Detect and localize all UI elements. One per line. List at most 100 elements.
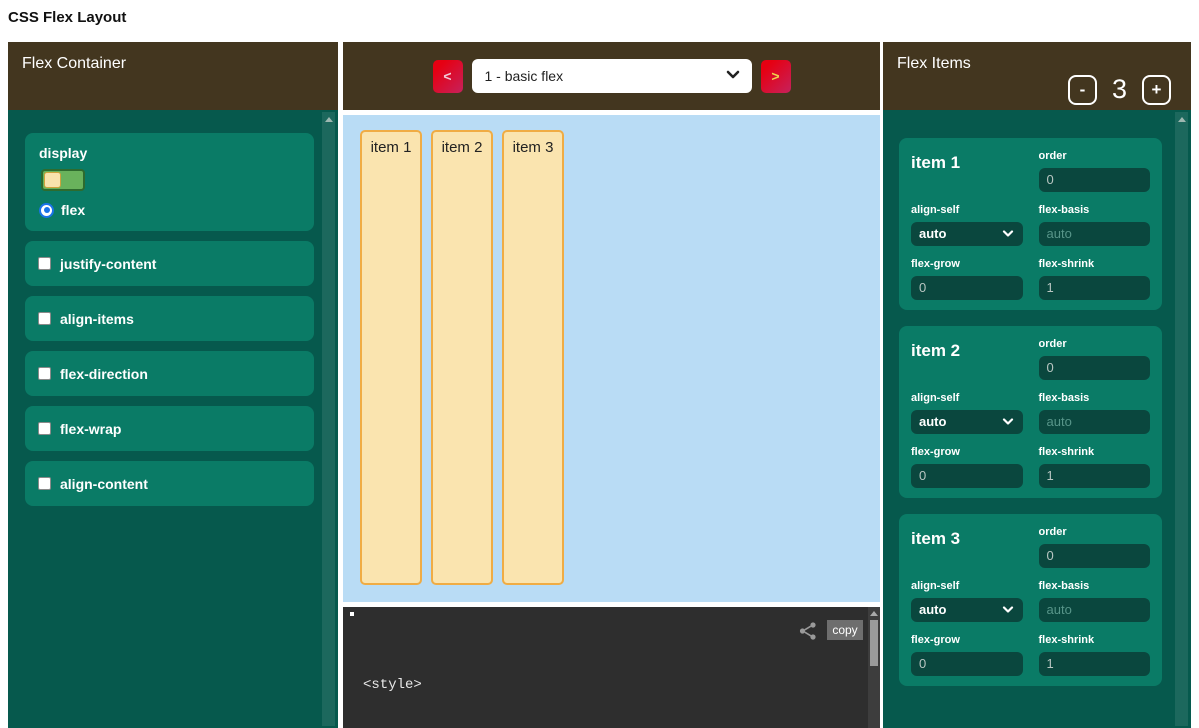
item-2-flex-basis-input[interactable]: auto xyxy=(1039,410,1151,434)
align-items-checkbox[interactable] xyxy=(38,312,51,325)
decrease-items-button[interactable]: - xyxy=(1068,75,1097,105)
align-content-label: align-content xyxy=(60,476,148,492)
next-example-button[interactable]: > xyxy=(761,60,791,93)
order-label: order xyxy=(1039,526,1151,538)
justify-content-label: justify-content xyxy=(60,256,156,272)
code-scroll-up-arrow-icon[interactable] xyxy=(870,611,878,616)
order-label: order xyxy=(1039,338,1151,350)
item-3-order-input[interactable]: 0 xyxy=(1039,544,1151,568)
flex-items-panel-body: item 1 order 0 align-self auto flex-basi… xyxy=(883,110,1191,728)
code-text: <style> .flex-container { display: flex; xyxy=(363,638,523,728)
flex-grow-label: flex-grow xyxy=(911,258,1023,270)
property-card-align-content[interactable]: align-content xyxy=(25,461,314,506)
item-2-flex-grow-input[interactable]: 0 xyxy=(911,464,1023,488)
align-self-value: auto xyxy=(919,226,946,241)
previous-example-button[interactable]: < xyxy=(433,60,463,93)
generated-code-block: <style> .flex-container { display: flex;… xyxy=(343,607,880,728)
flex-grow-label: flex-grow xyxy=(911,634,1023,646)
chevron-down-icon xyxy=(726,70,740,80)
item-3-align-self-select[interactable]: auto xyxy=(911,598,1023,622)
flex-basis-label: flex-basis xyxy=(1039,392,1151,404)
chevron-down-icon xyxy=(1002,418,1014,426)
code-scrollbar-thumb[interactable] xyxy=(870,620,878,666)
flex-basis-label: flex-basis xyxy=(1039,204,1151,216)
flex-direction-checkbox[interactable] xyxy=(38,367,51,380)
flex-wrap-checkbox[interactable] xyxy=(38,422,51,435)
align-self-label: align-self xyxy=(911,204,1023,216)
flex-container-panel-body: display flex justify-content align-items… xyxy=(8,110,338,728)
flex-container-preview: item 1 item 2 item 3 xyxy=(343,115,880,602)
example-select[interactable]: 1 - basic flex xyxy=(472,59,752,93)
flex-basis-label: flex-basis xyxy=(1039,580,1151,592)
page-title: CSS Flex Layout xyxy=(8,9,126,26)
property-card-align-items[interactable]: align-items xyxy=(25,296,314,341)
order-label: order xyxy=(1039,150,1151,162)
code-cursor-dot xyxy=(350,612,354,616)
preview-flex-item-3: item 3 xyxy=(502,130,564,585)
item-3-flex-grow-input[interactable]: 0 xyxy=(911,652,1023,676)
item-1-card: item 1 order 0 align-self auto flex-basi… xyxy=(899,138,1162,310)
share-icon[interactable] xyxy=(798,621,818,641)
right-panel-scrollbar[interactable] xyxy=(1175,112,1188,726)
flex-items-panel: Flex Items - 3 + item 1 order 0 align-se… xyxy=(883,42,1191,728)
item-2-flex-shrink-input[interactable]: 1 xyxy=(1039,464,1151,488)
align-self-label: align-self xyxy=(911,580,1023,592)
item-3-flex-basis-input[interactable]: auto xyxy=(1039,598,1151,622)
flex-shrink-label: flex-shrink xyxy=(1039,634,1151,646)
chevron-down-icon xyxy=(1002,230,1014,238)
item-2-title: item 2 xyxy=(911,338,1023,380)
example-select-value: 1 - basic flex xyxy=(485,68,564,84)
items-count: 3 xyxy=(1112,74,1127,105)
flex-wrap-label: flex-wrap xyxy=(60,421,121,437)
item-2-order-input[interactable]: 0 xyxy=(1039,356,1151,380)
align-self-label: align-self xyxy=(911,392,1023,404)
item-1-title: item 1 xyxy=(911,150,1023,192)
chevron-down-icon xyxy=(1002,606,1014,614)
item-3-flex-shrink-input[interactable]: 1 xyxy=(1039,652,1151,676)
example-selector-bar: < 1 - basic flex > xyxy=(343,42,880,110)
justify-content-checkbox[interactable] xyxy=(38,257,51,270)
flex-items-panel-title: Flex Items xyxy=(897,55,971,72)
scroll-up-arrow-icon[interactable] xyxy=(325,117,333,122)
item-3-title: item 3 xyxy=(911,526,1023,568)
item-1-order-input[interactable]: 0 xyxy=(1039,168,1151,192)
increase-items-button[interactable]: + xyxy=(1142,75,1171,105)
item-1-flex-shrink-input[interactable]: 1 xyxy=(1039,276,1151,300)
flex-grow-label: flex-grow xyxy=(911,446,1023,458)
item-1-flex-grow-input[interactable]: 0 xyxy=(911,276,1023,300)
flex-items-panel-header: Flex Items - 3 + xyxy=(883,42,1191,110)
flex-radio-button[interactable] xyxy=(39,203,54,218)
flex-direction-label: flex-direction xyxy=(60,366,148,382)
flex-container-panel-header: Flex Container xyxy=(8,42,338,110)
flex-shrink-label: flex-shrink xyxy=(1039,258,1151,270)
item-3-card: item 3 order 0 align-self auto flex-basi… xyxy=(899,514,1162,686)
left-panel-scrollbar[interactable] xyxy=(322,112,335,726)
preview-flex-item-2: item 2 xyxy=(431,130,493,585)
display-property-card: display flex xyxy=(25,133,314,231)
property-card-justify-content[interactable]: justify-content xyxy=(25,241,314,286)
display-toggle-knob[interactable] xyxy=(44,172,61,188)
scroll-up-arrow-icon[interactable] xyxy=(1178,117,1186,122)
code-line: <style> xyxy=(363,676,523,695)
item-2-card: item 2 order 0 align-self auto flex-basi… xyxy=(899,326,1162,498)
item-1-flex-basis-input[interactable]: auto xyxy=(1039,222,1151,246)
flex-container-panel-title: Flex Container xyxy=(22,55,126,72)
flex-radio-label: flex xyxy=(61,202,85,218)
item-count-controls: - 3 + xyxy=(1068,74,1171,105)
align-content-checkbox[interactable] xyxy=(38,477,51,490)
align-items-label: align-items xyxy=(60,311,134,327)
copy-code-button[interactable]: copy xyxy=(827,620,863,640)
align-self-value: auto xyxy=(919,602,946,617)
align-self-value: auto xyxy=(919,414,946,429)
code-scrollbar[interactable] xyxy=(868,607,880,728)
property-card-flex-direction[interactable]: flex-direction xyxy=(25,351,314,396)
item-1-align-self-select[interactable]: auto xyxy=(911,222,1023,246)
flex-container-panel: Flex Container display flex justify-cont… xyxy=(8,42,338,728)
property-card-flex-wrap[interactable]: flex-wrap xyxy=(25,406,314,451)
display-toggle[interactable] xyxy=(41,169,85,191)
flex-shrink-label: flex-shrink xyxy=(1039,446,1151,458)
item-2-align-self-select[interactable]: auto xyxy=(911,410,1023,434)
preview-flex-item-1: item 1 xyxy=(360,130,422,585)
preview-column: < 1 - basic flex > item 1 item 2 item 3 … xyxy=(343,42,880,728)
display-property-label: display xyxy=(39,145,300,161)
